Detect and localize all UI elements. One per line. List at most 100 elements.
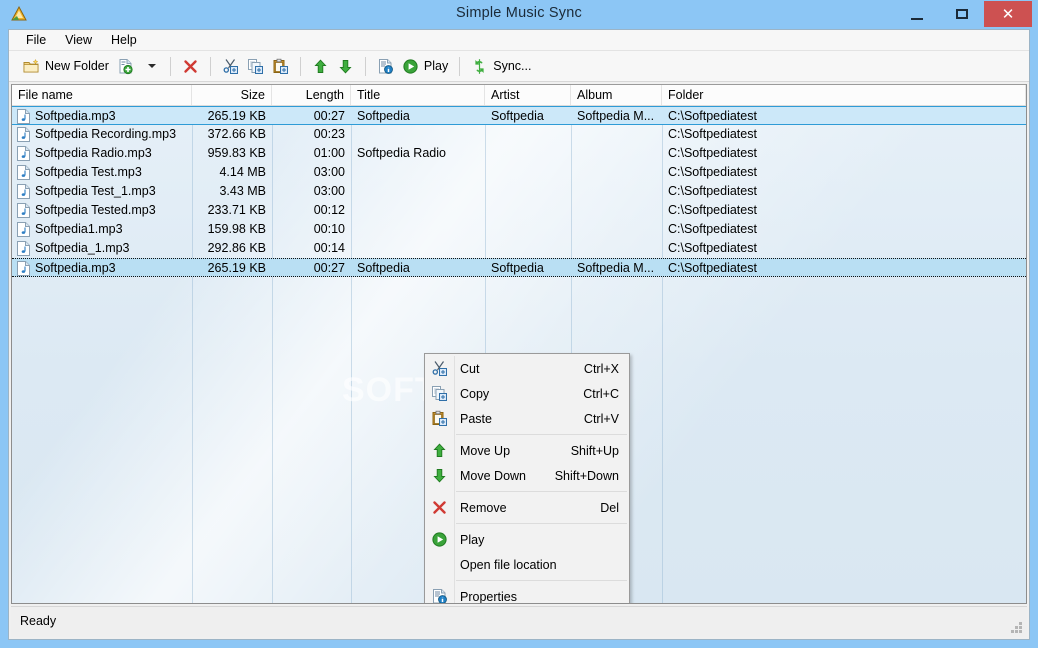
cut-icon <box>432 361 447 376</box>
new-folder-button[interactable]: New Folder <box>19 54 113 79</box>
table-cell-album: Softpedia M... <box>577 261 655 275</box>
chevron-down-icon <box>147 64 156 68</box>
table-cell-artist <box>485 239 571 257</box>
properties-button[interactable] <box>373 54 398 79</box>
table-cell-artist <box>485 144 571 162</box>
column-header-album[interactable]: Album <box>571 85 662 105</box>
table-cell-size: 233.71 KB <box>207 203 266 217</box>
toolbar-separator-1 <box>169 56 171 76</box>
table-cell-length: 03:00 <box>313 165 345 179</box>
context-menu-item-remove[interactable]: Remove Del <box>425 495 629 520</box>
arrow-down-icon <box>339 59 352 73</box>
column-header-label: Title <box>357 88 381 102</box>
context-menu-item-shortcut: Shift+Down <box>554 468 619 483</box>
paste-icon <box>273 58 288 74</box>
toolbar-separator-3 <box>299 56 301 76</box>
context-menu[interactable]: Cut Ctrl+X Copy Ctrl+C Paste Ctrl+V Move Up Shi… <box>424 353 630 603</box>
add-files-button[interactable] <box>113 54 138 79</box>
table-cell-length: 03:00 <box>313 184 345 198</box>
resize-grip-icon[interactable] <box>1010 621 1023 634</box>
minimize-button[interactable] <box>894 1 939 27</box>
red-x-icon <box>184 59 197 73</box>
column-header-label: Artist <box>491 88 520 102</box>
arrow-down-icon <box>433 469 446 483</box>
table-cell-name: Softpedia1.mp3 <box>35 222 123 236</box>
column-header-title[interactable]: Title <box>351 85 485 105</box>
table-row[interactable]: Softpedia1.mp3 159.98 KB 00:10 C:\Softpedia… <box>12 220 1026 239</box>
table-cell-length: 00:14 <box>313 241 345 255</box>
toolbar-separator-5 <box>459 56 461 76</box>
title-bar[interactable]: Simple Music Sync ✕ <box>0 0 1038 29</box>
context-menu-item-label: Move Up <box>460 443 511 458</box>
table-row[interactable]: Softpedia Recording.mp3 372.66 KB 00:23 C:\… <box>12 125 1026 144</box>
context-menu-item-open-file-location[interactable]: Open file location <box>425 552 629 577</box>
column-header-label: Length <box>305 88 344 102</box>
table-row[interactable]: Softpedia.mp3 265.19 KB 00:27 Softpedia Soft… <box>12 258 1026 277</box>
menu-item-view[interactable]: View <box>57 31 101 49</box>
menu-item-file[interactable]: File <box>18 31 55 49</box>
add-files-dropdown[interactable] <box>138 54 163 79</box>
table-cell-folder: C:\Softpediatest <box>668 241 757 255</box>
delete-button[interactable] <box>178 54 203 79</box>
table-cell-size: 959.83 KB <box>207 146 266 160</box>
table-row[interactable]: Softpedia Test_1.mp3 3.43 MB 03:00 C:\Softp… <box>12 182 1026 201</box>
app-window: Simple Music Sync ✕ File View Help New F… <box>0 0 1038 648</box>
properties-icon <box>378 58 393 74</box>
context-menu-item-play[interactable]: Play <box>425 527 629 552</box>
move-down-button[interactable] <box>333 54 358 79</box>
context-menu-separator <box>456 523 627 524</box>
table-row[interactable]: Softpedia Tested.mp3 233.71 KB 00:12 C:\Sof… <box>12 201 1026 220</box>
new-folder-label: New Folder <box>45 59 109 73</box>
file-list[interactable]: File name Size Length Title Artist Album Folde… <box>11 84 1027 604</box>
toolbar-separator-4 <box>364 56 366 76</box>
table-row[interactable]: Softpedia Test.mp3 4.14 MB 03:00 C:\Softped… <box>12 163 1026 182</box>
table-cell-name: Softpedia.mp3 <box>35 109 116 123</box>
table-cell-album <box>571 201 662 219</box>
table-cell-title: Softpedia <box>357 261 410 275</box>
context-menu-item-label: Paste <box>460 411 492 426</box>
table-row[interactable]: Softpedia Radio.mp3 959.83 KB 01:00 Softped… <box>12 144 1026 163</box>
paste-icon <box>432 410 447 426</box>
context-menu-item-copy[interactable]: Copy Ctrl+C <box>425 381 629 406</box>
table-cell-artist: Softpedia <box>491 109 544 123</box>
table-cell-album <box>571 163 662 181</box>
properties-icon <box>433 589 447 603</box>
table-row[interactable]: Softpedia.mp3 265.19 KB 00:27 Softpedia Soft… <box>12 106 1026 125</box>
window-title: Simple Music Sync <box>456 5 582 21</box>
table-cell-album <box>571 125 662 143</box>
context-menu-item-properties[interactable]: Properties <box>425 584 629 603</box>
cut-button[interactable] <box>218 54 243 79</box>
close-button[interactable]: ✕ <box>984 1 1032 27</box>
table-cell-size: 372.66 KB <box>207 127 266 141</box>
copy-button[interactable] <box>243 54 268 79</box>
context-menu-item-move-up[interactable]: Move Up Shift+Up <box>425 438 629 463</box>
list-header[interactable]: File name Size Length Title Artist Album Folde… <box>12 85 1026 106</box>
maximize-button[interactable] <box>939 1 984 27</box>
context-menu-item-move-down[interactable]: Move Down Shift+Down <box>425 463 629 488</box>
table-cell-artist <box>485 125 571 143</box>
red-x-icon <box>433 501 446 514</box>
table-cell-album <box>571 239 662 257</box>
table-cell-size: 265.19 KB <box>207 109 266 123</box>
context-menu-item-paste[interactable]: Paste Ctrl+V <box>425 406 629 431</box>
table-cell-folder: C:\Softpediatest <box>668 109 757 123</box>
column-header-folder[interactable]: Folder <box>662 85 1026 105</box>
context-menu-item-label: Copy <box>460 386 490 401</box>
table-cell-name: Softpedia Test.mp3 <box>35 165 142 179</box>
play-button[interactable]: Play <box>398 54 452 79</box>
sync-label: Sync... <box>493 59 532 73</box>
context-menu-item-cut[interactable]: Cut Ctrl+X <box>425 356 629 381</box>
column-header-name[interactable]: File name <box>12 85 192 105</box>
column-header-artist[interactable]: Artist <box>485 85 571 105</box>
table-cell-artist <box>485 163 571 181</box>
table-cell-title <box>351 220 485 238</box>
paste-button[interactable] <box>268 54 293 79</box>
table-row[interactable]: Softpedia_1.mp3 292.86 KB 00:14 C:\Softpedi… <box>12 239 1026 258</box>
context-menu-separator <box>456 491 627 492</box>
column-header-size[interactable]: Size <box>192 85 272 105</box>
menu-item-help[interactable]: Help <box>103 31 146 49</box>
sync-button[interactable]: Sync... <box>467 54 535 79</box>
table-cell-name: Softpedia.mp3 <box>35 261 116 275</box>
move-up-button[interactable] <box>308 54 333 79</box>
column-header-length[interactable]: Length <box>272 85 351 105</box>
